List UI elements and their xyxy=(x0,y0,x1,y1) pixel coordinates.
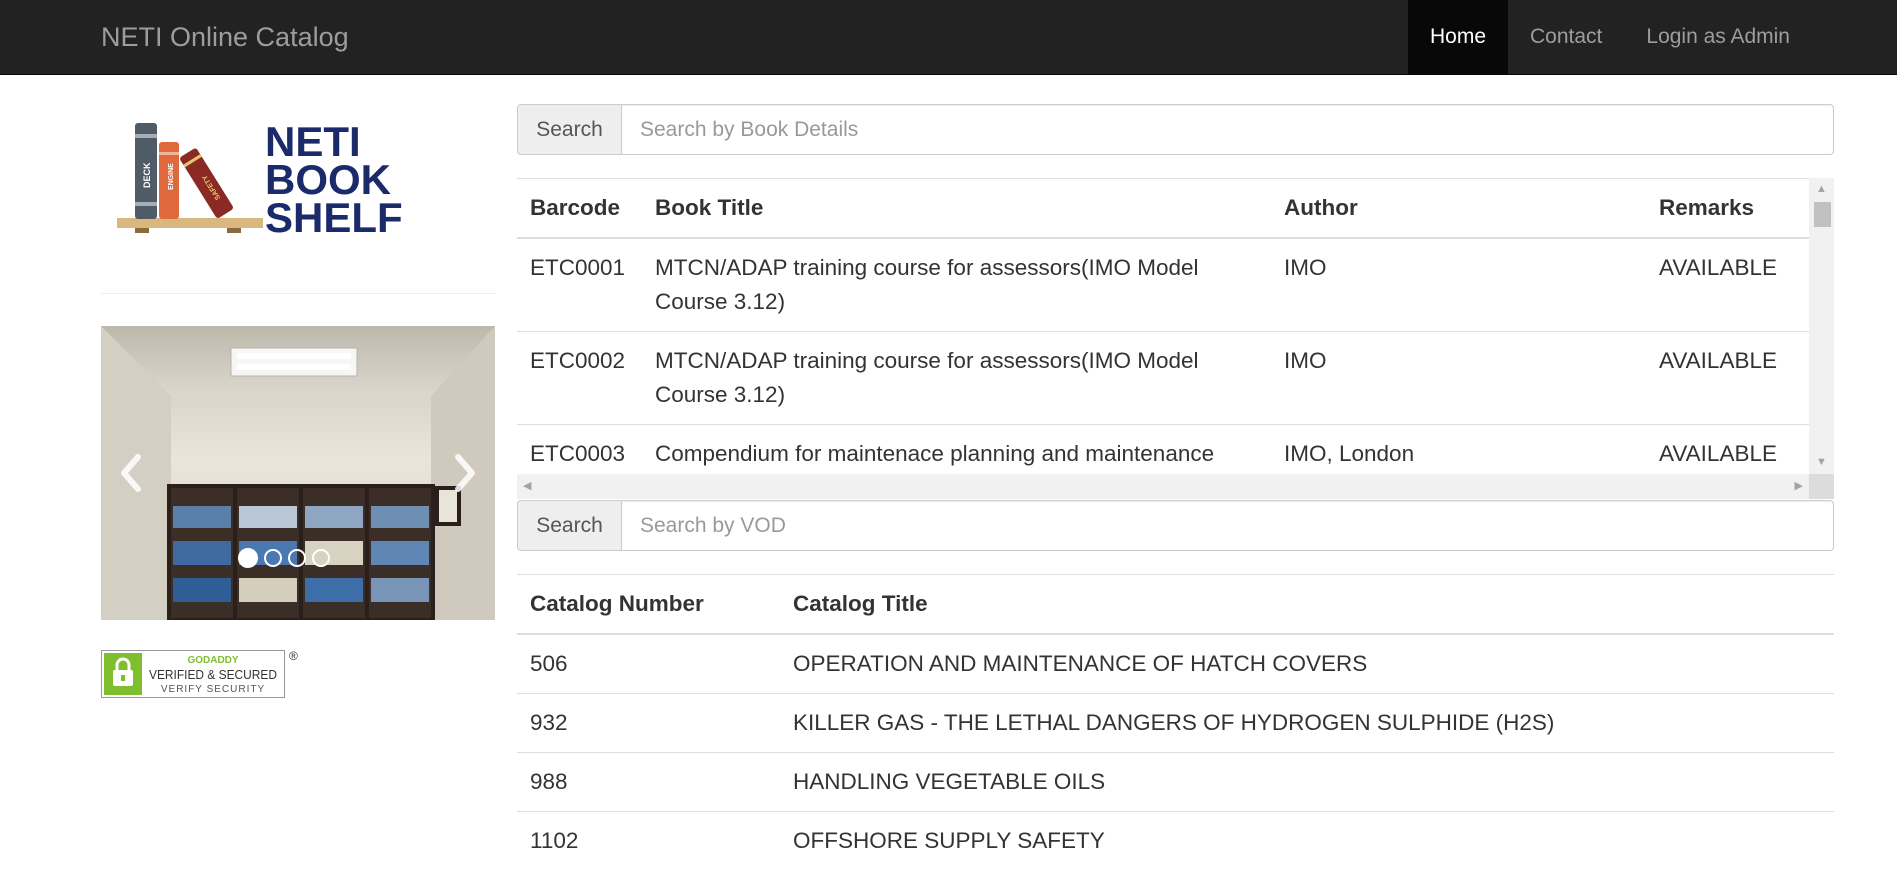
logo-word-shelf: SHELF xyxy=(265,194,403,240)
carousel-indicator-4[interactable] xyxy=(312,549,330,567)
vod-table-header-row: Catalog Number Catalog Title xyxy=(517,575,1834,635)
chevron-left-icon xyxy=(116,453,146,493)
scroll-down-icon[interactable]: ▼ xyxy=(1816,457,1827,468)
book-search-button[interactable]: Search xyxy=(517,104,622,155)
image-carousel xyxy=(101,326,495,620)
cell-catalog-number: 988 xyxy=(517,753,780,812)
header-barcode[interactable]: Barcode xyxy=(517,179,642,239)
chevron-right-icon xyxy=(450,453,480,493)
cell-remarks: AVAILABLE xyxy=(1646,332,1809,425)
cell-title: MTCN/ADAP training course for assessors(… xyxy=(642,238,1271,332)
scroll-up-icon[interactable]: ▲ xyxy=(1816,184,1827,195)
cell-author: IMO xyxy=(1271,238,1646,332)
cell-catalog-title: OFFSHORE SUPPLY SAFETY xyxy=(780,812,1834,870)
horizontal-scrollbar[interactable]: ◀ ▶ xyxy=(517,474,1809,499)
cell-barcode: ETC0002 xyxy=(517,332,642,425)
vod-search-input[interactable] xyxy=(622,500,1834,551)
carousel-indicator-1[interactable] xyxy=(238,548,258,568)
cell-barcode: ETC0001 xyxy=(517,238,642,332)
nav-home-link[interactable]: Home xyxy=(1408,0,1508,74)
nav-item-contact: Contact xyxy=(1508,0,1624,74)
cell-catalog-number: 506 xyxy=(517,634,780,694)
header-book-title[interactable]: Book Title xyxy=(642,179,1271,239)
scroll-left-icon[interactable]: ◀ xyxy=(523,481,531,492)
book-table-scroll[interactable]: Barcode Book Title Author Remarks ETC000… xyxy=(517,178,1834,499)
cell-catalog-title: OPERATION AND MAINTENANCE OF HATCH COVER… xyxy=(780,634,1834,694)
vod-search-button[interactable]: Search xyxy=(517,500,622,551)
scroll-right-icon[interactable]: ▶ xyxy=(1795,481,1803,492)
brand-link[interactable]: NETI Online Catalog xyxy=(101,0,349,74)
neti-bookshelf-logo: DECK ENGINE SAFETY NETI BOOK SHELF xyxy=(101,110,441,240)
seal-main-text: VERIFIED & SECURED xyxy=(149,667,277,682)
carousel-indicators xyxy=(101,549,481,568)
bookshelf-logo-graphic: DECK ENGINE SAFETY NETI BOOK SHELF xyxy=(101,110,441,240)
header-remarks[interactable]: Remarks xyxy=(1646,179,1809,239)
nav-contact-link[interactable]: Contact xyxy=(1508,0,1624,74)
carousel-indicator-3[interactable] xyxy=(288,549,306,567)
carousel-indicator-2[interactable] xyxy=(264,549,282,567)
cell-catalog-title: HANDLING VEGETABLE OILS xyxy=(780,753,1834,812)
cell-author: IMO xyxy=(1271,332,1646,425)
book-search-group: Search xyxy=(517,104,1834,155)
logo-spine-deck: DECK xyxy=(142,162,152,188)
vertical-scrollbar[interactable]: ▲ ▼ xyxy=(1809,178,1834,474)
vod-table: Catalog Number Catalog Title 506 OPERATI… xyxy=(517,574,1834,870)
cell-title: MTCN/ADAP training course for assessors(… xyxy=(642,332,1271,425)
carousel-prev-button[interactable] xyxy=(101,326,161,620)
header-catalog-number[interactable]: Catalog Number xyxy=(517,575,780,635)
seal-top-text: GODADDY xyxy=(187,655,238,666)
table-row[interactable]: 1102 OFFSHORE SUPPLY SAFETY xyxy=(517,812,1834,870)
logo-spine-engine: ENGINE xyxy=(168,163,175,190)
nav-item-home: Home xyxy=(1408,0,1508,74)
nav-item-login: Login as Admin xyxy=(1624,0,1812,74)
nav-login-admin-link[interactable]: Login as Admin xyxy=(1624,0,1812,74)
scrollbar-corner xyxy=(1809,474,1834,499)
verified-secured-seal: GODADDY VERIFIED & SECURED VERIFY SECURI… xyxy=(101,648,301,700)
book-search-input[interactable] xyxy=(622,104,1834,155)
book-table: Barcode Book Title Author Remarks ETC000… xyxy=(517,178,1809,483)
navbar: NETI Online Catalog Home Contact Login a… xyxy=(0,0,1897,75)
cell-remarks: AVAILABLE xyxy=(1646,238,1809,332)
book-table-header-row: Barcode Book Title Author Remarks xyxy=(517,179,1809,239)
vertical-scrollbar-thumb[interactable] xyxy=(1814,202,1831,227)
seal-registered-mark: ® xyxy=(289,649,298,663)
godaddy-seal[interactable]: GODADDY VERIFIED & SECURED VERIFY SECURI… xyxy=(101,648,301,707)
table-row[interactable]: 988 HANDLING VEGETABLE OILS xyxy=(517,753,1834,812)
table-row[interactable]: 506 OPERATION AND MAINTENANCE OF HATCH C… xyxy=(517,634,1834,694)
header-author[interactable]: Author xyxy=(1271,179,1646,239)
cell-catalog-number: 932 xyxy=(517,694,780,753)
table-row[interactable]: ETC0002 MTCN/ADAP training course for as… xyxy=(517,332,1809,425)
divider xyxy=(101,293,495,294)
table-row[interactable]: 932 KILLER GAS - THE LETHAL DANGERS OF H… xyxy=(517,694,1834,753)
seal-bottom-text: VERIFY SECURITY xyxy=(161,684,265,695)
nav-menu: Home Contact Login as Admin xyxy=(1408,0,1812,74)
cell-catalog-number: 1102 xyxy=(517,812,780,870)
cell-catalog-title: KILLER GAS - THE LETHAL DANGERS OF HYDRO… xyxy=(780,694,1834,753)
carousel-next-button[interactable] xyxy=(435,326,495,620)
vod-search-group: Search xyxy=(517,500,1834,551)
table-row[interactable]: ETC0001 MTCN/ADAP training course for as… xyxy=(517,238,1809,332)
header-catalog-title[interactable]: Catalog Title xyxy=(780,575,1834,635)
